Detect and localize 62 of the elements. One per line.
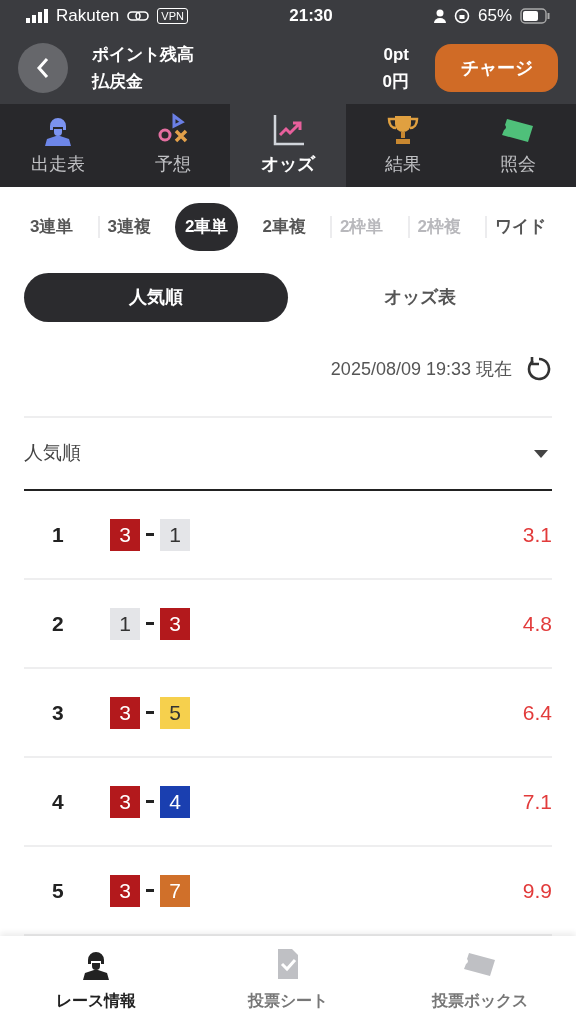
car-number-badge: 3 [160,607,190,640]
dash-mark [146,622,154,625]
dash-mark [146,889,154,892]
bottom-nav-tab[interactable]: レース情報 [0,936,192,1024]
car-number-badge: 4 [160,785,190,818]
bottom-nav-tab[interactable]: 投票ボックス [384,936,576,1024]
rank-number: 1 [51,521,65,548]
nav-tab[interactable]: オッズ [230,104,346,187]
caret-down-icon [534,449,548,458]
dash-mark [146,711,154,714]
chevron-left-icon [36,57,50,79]
timestamp: 2025/08/09 19:33 現在 [330,357,512,381]
odds-value: 7.1 [522,788,552,815]
car-number-badge: 3 [110,785,140,818]
view-toggle-tab[interactable]: 人気順 [24,273,288,323]
vpn-badge: VPN [157,8,188,24]
car-number-badge: 5 [160,696,190,729]
balance-label: 払戻金 [92,71,143,93]
dash-mark [146,800,154,803]
car-number-badge: 3 [110,518,140,551]
car-number-badge: 1 [110,607,140,640]
bottom-nav-tab[interactable]: 投票シート [192,936,384,1024]
nav-tab[interactable]: 出走表 [0,104,116,187]
car-number-badge: 3 [110,874,140,907]
carrier-name: Rakuten [56,5,120,28]
battery-percent: 65% [477,5,512,28]
balance-value: 0pt [383,43,409,66]
odds-value: 6.4 [522,699,552,726]
trophy-icon [386,113,421,147]
car-number-badge: 1 [160,518,190,551]
rank-number: 3 [51,699,65,726]
bet-type-tab[interactable]: ワイド [495,203,546,252]
link-icon [127,10,150,22]
bet-type-tab[interactable]: 2車単 [175,203,239,252]
balance-label: ポイント残高 [92,43,194,66]
rank-number: 4 [51,788,65,815]
odds-value: 3.1 [522,521,552,548]
rotation-lock-icon [453,8,470,24]
bet-type-tab[interactable]: 3連単 [30,203,74,252]
balance-value: 0円 [382,71,409,93]
back-button[interactable] [18,43,68,93]
rank-number: 2 [51,610,65,637]
charge-button[interactable]: チャージ [435,44,558,92]
sort-select[interactable]: 人気順 [24,418,552,491]
clock: 21:30 [289,5,333,28]
refresh-icon [525,356,551,383]
signal-icon [26,9,48,23]
bet-type-tab[interactable]: 3連複 [107,203,151,252]
car-number-badge: 3 [110,696,140,729]
bet-type-tab[interactable]: 2車複 [262,203,306,252]
view-toggle-tab[interactable]: オッズ表 [288,273,552,323]
dash-mark [146,533,154,536]
nav-tab[interactable]: 予想 [115,104,231,187]
nav-tab[interactable]: 照会 [460,104,576,187]
odds-value: 4.8 [522,610,552,637]
battery-icon [520,8,550,24]
person-icon [433,9,446,23]
odds-value: 9.9 [522,877,552,904]
car-number-badge: 7 [160,874,190,907]
nav-tab[interactable]: 結果 [345,104,461,187]
rising-chart-icon [271,113,305,147]
rank-number: 5 [51,877,65,904]
